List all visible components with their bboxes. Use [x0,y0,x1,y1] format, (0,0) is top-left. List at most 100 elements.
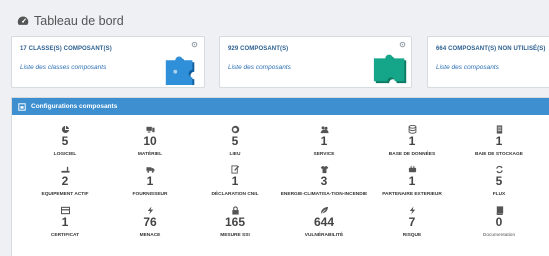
icon-wrap [190,165,280,174]
config-count: 2 [61,174,69,188]
database-icon [408,125,416,134]
config-label: FLUX [492,192,506,197]
icon-wrap [105,125,195,134]
config-count: 5 [61,134,69,148]
config-count: 7 [408,215,416,229]
icon-wrap [20,206,110,215]
icon-wrap [454,165,544,174]
config-item[interactable]: 1 BAIE DE STOCKAGE [454,125,544,159]
equipment-icon [60,166,70,173]
config-label: VULNÉRABILITÉ [304,233,344,238]
exchange-icon [495,165,503,174]
icon-wrap [279,125,369,134]
config-grid: 5 LOGICIEL 10 MATÉRIEL 5 LIEU 1 SERVICE 1 BASE DE… [12,115,549,255]
bolt-icon [409,206,415,215]
config-item[interactable]: 1 DÉCLARATION CNIL [190,165,280,199]
config-label: MATÉRIEL [137,152,163,157]
page-header: Tableau de bord [17,11,124,31]
summary-cards: 17 CLASSE(S) COMPOSANT(S) Liste des clas… [11,36,549,88]
icon-wrap [367,165,457,174]
lock-icon [231,206,239,215]
card-title: 17 CLASSE(S) COMPOSANT(S) [20,46,112,52]
config-count: 1 [495,134,503,148]
config-item[interactable]: 5 LIEU [190,125,280,159]
config-count: 5 [495,174,503,188]
panel-header: Configurations composants [12,98,549,115]
config-item[interactable]: 10 MATÉRIEL [105,125,195,159]
shirt-icon [320,165,328,174]
config-count: 165 [224,215,246,229]
icon-wrap [190,125,280,134]
config-item[interactable]: 76 MENACE [105,206,195,240]
certificate-icon [60,206,70,215]
icon-wrap [20,165,110,174]
card-title: 664 COMPOSANT(S) NON UTILISÉ(S) [436,46,546,52]
config-item[interactable]: 3 ENERGIE-CLIMATISA-TION-INCENDIE [279,165,369,199]
config-item[interactable]: 5 FLUX [454,165,544,199]
icon-wrap [20,125,110,134]
card-link[interactable]: Liste des classes composants [20,64,106,71]
config-label: CERTIFICAT [50,233,80,238]
icon-wrap [105,165,195,174]
partner-icon [408,165,416,173]
config-count: 10 [143,134,157,148]
config-label: LOGICIEL [53,152,77,157]
config-count: 0 [495,215,503,229]
config-item[interactable]: 5 LOGICIEL [20,125,110,159]
card-link[interactable]: Liste des composants [436,64,499,71]
config-label: DÉCLARATION CNIL [211,192,259,197]
truck-icon [145,167,155,173]
icon-wrap [367,125,457,134]
config-item[interactable]: 2 EQUIPEMENT ACTIF [20,165,110,199]
config-count: 1 [320,134,328,148]
config-label: MESURE SSI [220,233,250,238]
config-count: 1 [231,174,239,188]
config-item[interactable]: 644 VULNÉRABILITÉ [279,206,369,240]
card-component-classes: 17 CLASSE(S) COMPOSANT(S) Liste des clas… [11,36,205,88]
config-label: Documentation [482,233,516,238]
config-count: 1 [408,134,416,148]
config-count: 3 [320,174,328,188]
config-item[interactable]: 1 SERVICE [279,125,369,159]
config-label: ENERGIE-CLIMATISA-TION-INCENDIE [280,192,368,197]
config-item[interactable]: 0 Documentation [454,206,544,240]
config-count: 76 [143,215,157,229]
card-components: 929 COMPOSANT(S) Liste des composants [219,36,412,88]
page-title: Tableau de bord [34,14,124,28]
icon-wrap [454,125,544,134]
card-link[interactable]: Liste des composants [228,64,291,71]
config-label: BAIE DE STOCKAGE [475,152,523,157]
panel-title: Configurations composants [31,103,118,110]
config-label: PARTENAIRE EXTERIEUR [382,192,442,197]
icon-wrap [105,206,195,215]
config-count: 5 [231,134,239,148]
configurations-panel: Configurations composants 5 LOGICIEL 10 MAT… [11,97,549,256]
book-icon [496,206,503,215]
config-item[interactable]: 1 CERTIFICAT [20,206,110,240]
puzzle-icon [373,54,407,84]
icon-wrap [454,206,544,215]
config-label: BASE DE DONNÉES [388,152,436,157]
card-title: 929 COMPOSANT(S) [228,46,289,52]
config-label: EQUIPEMENT ACTIF [41,192,89,197]
puzzle-icon [165,56,195,85]
config-label: RISQUE [402,233,422,238]
config-item[interactable]: 1 FOURNISSEUR [105,165,195,199]
edit-icon [230,165,239,174]
config-count: 1 [146,174,154,188]
software-icon [61,125,69,134]
leaf-icon [320,206,328,215]
icon-wrap [367,206,457,215]
config-item[interactable]: 165 MESURE SSI [190,206,280,240]
hardware-icon [145,126,155,133]
config-item[interactable]: 1 PARTENAIRE EXTERIEUR [367,165,457,199]
config-label: LIEU [229,152,241,157]
config-item[interactable]: 7 RISQUE [367,206,457,240]
config-count: 1 [61,215,69,229]
icon-wrap [279,206,369,215]
config-label: MENACE [139,233,161,238]
config-item[interactable]: 1 BASE DE DONNÉES [367,125,457,159]
dashboard-icon [17,16,29,25]
config-count: 1 [408,174,416,188]
config-count: 644 [313,215,335,229]
